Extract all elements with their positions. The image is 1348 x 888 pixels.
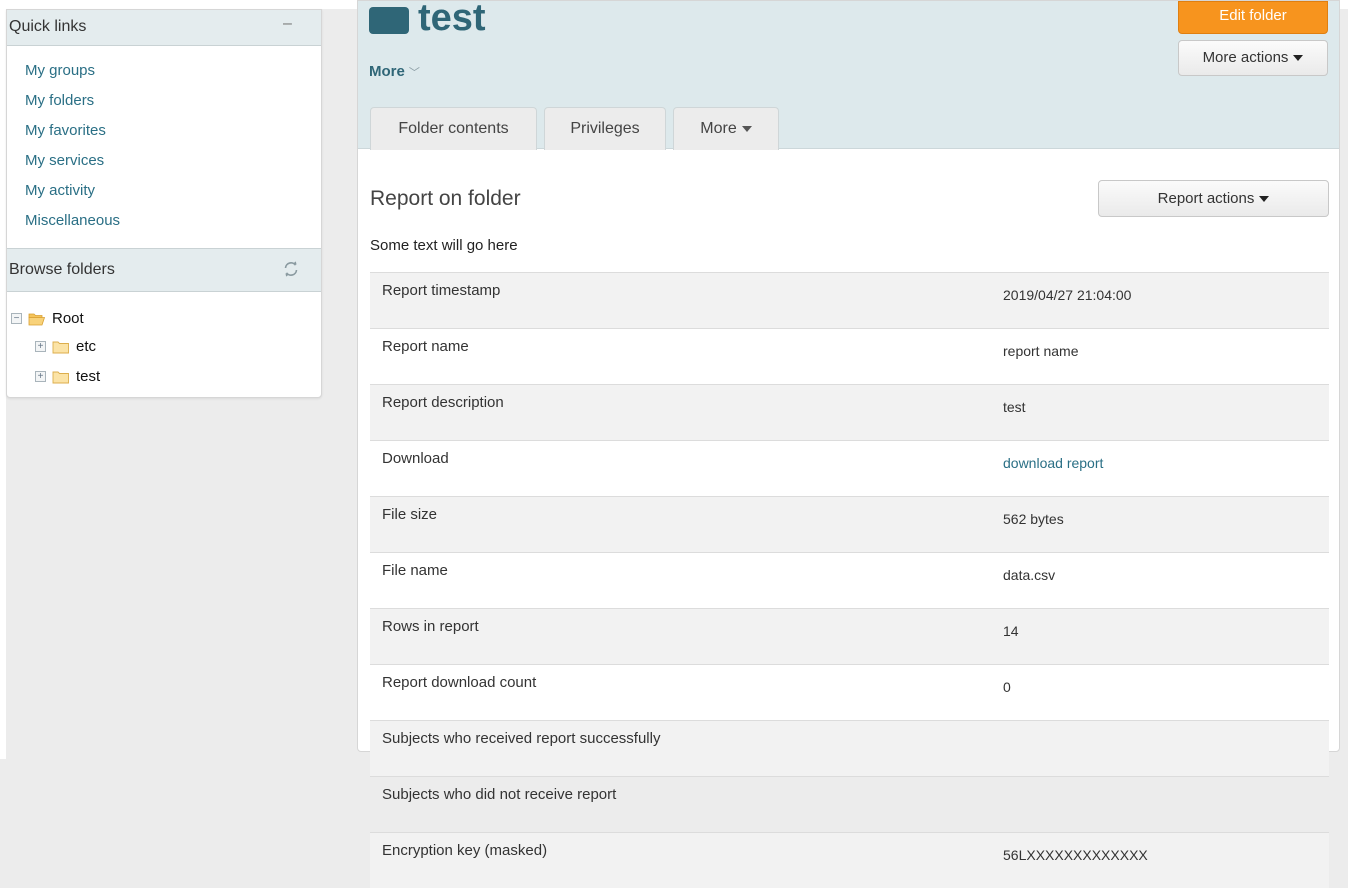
collapse-tree-icon[interactable]: −	[11, 313, 22, 324]
more-link[interactable]: More ﹀	[369, 63, 420, 80]
row-label: Report timestamp	[370, 273, 1003, 329]
row-label: Subjects who received report successfull…	[370, 721, 1003, 777]
row-label: Rows in report	[370, 609, 1003, 665]
report-table: Report timestamp 2019/04/27 21:04:00 Rep…	[370, 272, 1329, 888]
row-label: Encryption key (masked)	[370, 833, 1003, 888]
row-value: download report	[1003, 441, 1329, 497]
caret-down-icon	[1259, 196, 1269, 202]
row-label: File size	[370, 497, 1003, 553]
tab-privileges[interactable]: Privileges	[544, 107, 666, 150]
row-value: 56LXXXXXXXXXXXXX	[1003, 833, 1329, 888]
table-row: Report timestamp 2019/04/27 21:04:00	[370, 273, 1329, 329]
tab-label: More	[700, 120, 736, 137]
row-value	[1003, 777, 1329, 833]
table-row: File name data.csv	[370, 553, 1329, 609]
table-row: Report name report name	[370, 329, 1329, 385]
folder-header: test More ﹀ Edit folder More actions Fold…	[358, 1, 1339, 149]
quick-link-my-groups[interactable]: My groups	[25, 62, 95, 79]
quick-link-my-folders[interactable]: My folders	[25, 92, 94, 109]
quick-link-my-favorites[interactable]: My favorites	[25, 122, 106, 139]
row-label: Report name	[370, 329, 1003, 385]
expand-tree-icon[interactable]: +	[35, 341, 46, 352]
row-label: Report download count	[370, 665, 1003, 721]
row-value: 562 bytes	[1003, 497, 1329, 553]
edit-folder-button[interactable]: Edit folder	[1178, 1, 1328, 34]
tree-label-test: test	[76, 368, 100, 385]
row-value: 14	[1003, 609, 1329, 665]
browse-folders-title: Browse folders	[9, 261, 115, 279]
row-value: 0	[1003, 665, 1329, 721]
page-title: test	[418, 0, 486, 40]
refresh-icon[interactable]	[282, 260, 300, 278]
tab-label: Privileges	[570, 120, 639, 137]
row-value: data.csv	[1003, 553, 1329, 609]
row-value	[1003, 721, 1329, 777]
tab-more[interactable]: More	[673, 107, 779, 150]
table-row: File size 562 bytes	[370, 497, 1329, 553]
table-row: Rows in report 14	[370, 609, 1329, 665]
expand-tree-icon[interactable]: +	[35, 371, 46, 382]
chevron-down-icon: ﹀	[409, 67, 420, 79]
more-link-label: More	[369, 63, 405, 80]
folder-icon	[52, 340, 70, 354]
table-row: Report download count 0	[370, 665, 1329, 721]
caret-down-icon	[742, 126, 752, 132]
table-row: Report description test	[370, 385, 1329, 441]
tab-label: Folder contents	[398, 120, 508, 137]
report-heading: Report on folder	[370, 187, 521, 211]
quick-links-title: Quick links	[9, 18, 86, 36]
row-label: Download	[370, 441, 1003, 497]
download-report-link[interactable]: download report	[1003, 455, 1103, 471]
main-panel: test More ﹀ Edit folder More actions Fold…	[357, 0, 1340, 752]
table-row: Encryption key (masked) 56LXXXXXXXXXXXXX	[370, 833, 1329, 888]
row-label: File name	[370, 553, 1003, 609]
folder-open-icon	[28, 312, 46, 326]
tree-node-etc[interactable]: + etc	[35, 338, 96, 355]
row-value: 2019/04/27 21:04:00	[1003, 273, 1329, 329]
folder-title-icon	[369, 7, 409, 34]
report-actions-label: Report actions	[1158, 190, 1255, 207]
row-value: report name	[1003, 329, 1329, 385]
quick-link-miscellaneous[interactable]: Miscellaneous	[25, 212, 120, 229]
quick-link-my-services[interactable]: My services	[25, 152, 104, 169]
tree-label-root: Root	[52, 310, 84, 327]
report-actions-button[interactable]: Report actions	[1098, 180, 1329, 217]
table-row: Download download report	[370, 441, 1329, 497]
tab-folder-contents[interactable]: Folder contents	[370, 107, 537, 150]
report-intro-text: Some text will go here	[370, 237, 518, 254]
more-actions-label: More actions	[1203, 49, 1289, 66]
browse-folders-header: Browse folders	[7, 248, 321, 292]
tree-node-test[interactable]: + test	[35, 368, 100, 385]
row-label: Report description	[370, 385, 1003, 441]
more-actions-button[interactable]: More actions	[1178, 40, 1328, 76]
row-value: test	[1003, 385, 1329, 441]
table-row: Subjects who did not receive report	[370, 777, 1329, 833]
caret-down-icon	[1293, 55, 1303, 61]
sidebar: Quick links – My groups My folders My fa…	[6, 9, 322, 398]
folder-icon	[52, 370, 70, 384]
collapse-icon[interactable]: –	[283, 15, 292, 33]
row-label: Subjects who did not receive report	[370, 777, 1003, 833]
tree-label-etc: etc	[76, 338, 96, 355]
tree-node-root[interactable]: − Root	[11, 310, 84, 327]
quick-links-header: Quick links –	[7, 10, 321, 46]
table-row: Subjects who received report successfull…	[370, 721, 1329, 777]
quick-link-my-activity[interactable]: My activity	[25, 182, 95, 199]
